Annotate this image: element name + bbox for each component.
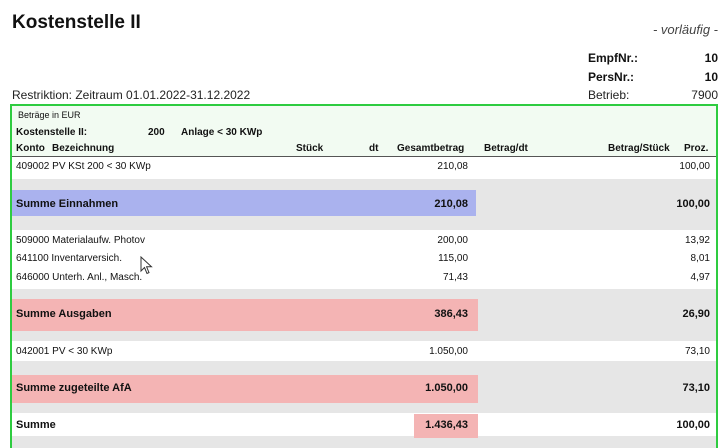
- row-percent: 13,92: [684, 235, 710, 246]
- empf-value: 10: [704, 51, 718, 65]
- row-text: 409002 PV KSt 200 < 30 KWp: [16, 161, 151, 172]
- sum-total-percent: 100,00: [676, 419, 710, 431]
- row-separator: [12, 361, 716, 375]
- sum-total-amount: 1.436,43: [425, 419, 468, 431]
- table-row[interactable]: 409002 PV KSt 200 < 30 KWp 210,08 100,00: [12, 161, 716, 177]
- col-bezeichnung: Bezeichnung: [52, 143, 115, 154]
- row-amount: 71,43: [442, 272, 468, 283]
- col-dt: dt: [369, 143, 379, 154]
- row-percent: 100,00: [679, 161, 710, 172]
- row-amount: 200,00: [437, 235, 468, 246]
- header-divider: [12, 156, 716, 157]
- sum-total-label: Summe: [16, 419, 56, 431]
- empf-label: EmpfNr.:: [588, 51, 639, 65]
- row-separator: [12, 403, 716, 413]
- betrieb-label: Betrieb:: [588, 88, 630, 102]
- row-separator: [12, 179, 716, 190]
- row-text: 641100 Inventarversich.: [16, 253, 122, 264]
- row-percent: 8,01: [690, 253, 710, 264]
- row-text: 646000 Unterh. Anl., Masch.: [16, 272, 143, 283]
- currency-label: Beträge in EUR: [18, 110, 81, 120]
- cost-center-number: 200: [148, 127, 165, 138]
- sum-expense-amount: 386,43: [434, 308, 468, 320]
- row-amount: 115,00: [438, 253, 468, 264]
- row-text: 042001 PV < 30 KWp: [16, 346, 113, 357]
- col-betrag-dt: Betrag/dt: [484, 143, 528, 154]
- sum-depreciation-amount: 1.050,00: [425, 382, 468, 394]
- row-amount: 210,08: [437, 161, 468, 172]
- row-separator: [12, 216, 716, 230]
- sum-income-label: Summe Einnahmen: [16, 198, 119, 210]
- report-panel: Beträge in EUR Kostenstelle II: 200 Anla…: [10, 104, 718, 448]
- col-proz: Proz.: [684, 143, 709, 154]
- row-percent: 4,97: [690, 272, 710, 283]
- sum-income-percent: 100,00: [676, 198, 710, 210]
- row-amount: 1.050,00: [429, 346, 468, 357]
- row-separator: [12, 289, 716, 299]
- mouse-cursor-icon: [140, 256, 153, 275]
- sum-expense-percent: 26,90: [682, 308, 710, 320]
- row-separator: [12, 436, 716, 448]
- status-label: - vorläufig -: [652, 22, 718, 37]
- betrieb-value: 7900: [691, 88, 718, 102]
- sum-depreciation-label: Summe zugeteilte AfA: [16, 382, 132, 394]
- row-percent: 73,10: [684, 346, 710, 357]
- page-title: Kostenstelle II: [12, 12, 141, 33]
- col-konto: Konto: [16, 143, 45, 154]
- col-stueck: Stück: [296, 143, 324, 154]
- sum-expense-label: Summe Ausgaben: [16, 308, 112, 320]
- sum-income-amount: 210,08: [434, 198, 468, 210]
- pers-label: PersNr.:: [588, 70, 635, 84]
- pers-value: 10: [704, 70, 718, 84]
- cost-center-label: Kostenstelle II:: [16, 127, 88, 138]
- restriction-text: Restriktion: Zeitraum 01.01.2022-31.12.2…: [12, 88, 251, 102]
- cost-center-name: Anlage < 30 KWp: [181, 127, 263, 138]
- col-betrag-stueck: Betrag/Stück: [608, 143, 670, 154]
- row-separator: [12, 331, 716, 341]
- row-text: 509000 Materialaufw. Photov: [16, 235, 145, 246]
- sum-depreciation-percent: 73,10: [682, 382, 710, 394]
- col-gesamtbetrag: Gesamtbetrag: [397, 143, 465, 154]
